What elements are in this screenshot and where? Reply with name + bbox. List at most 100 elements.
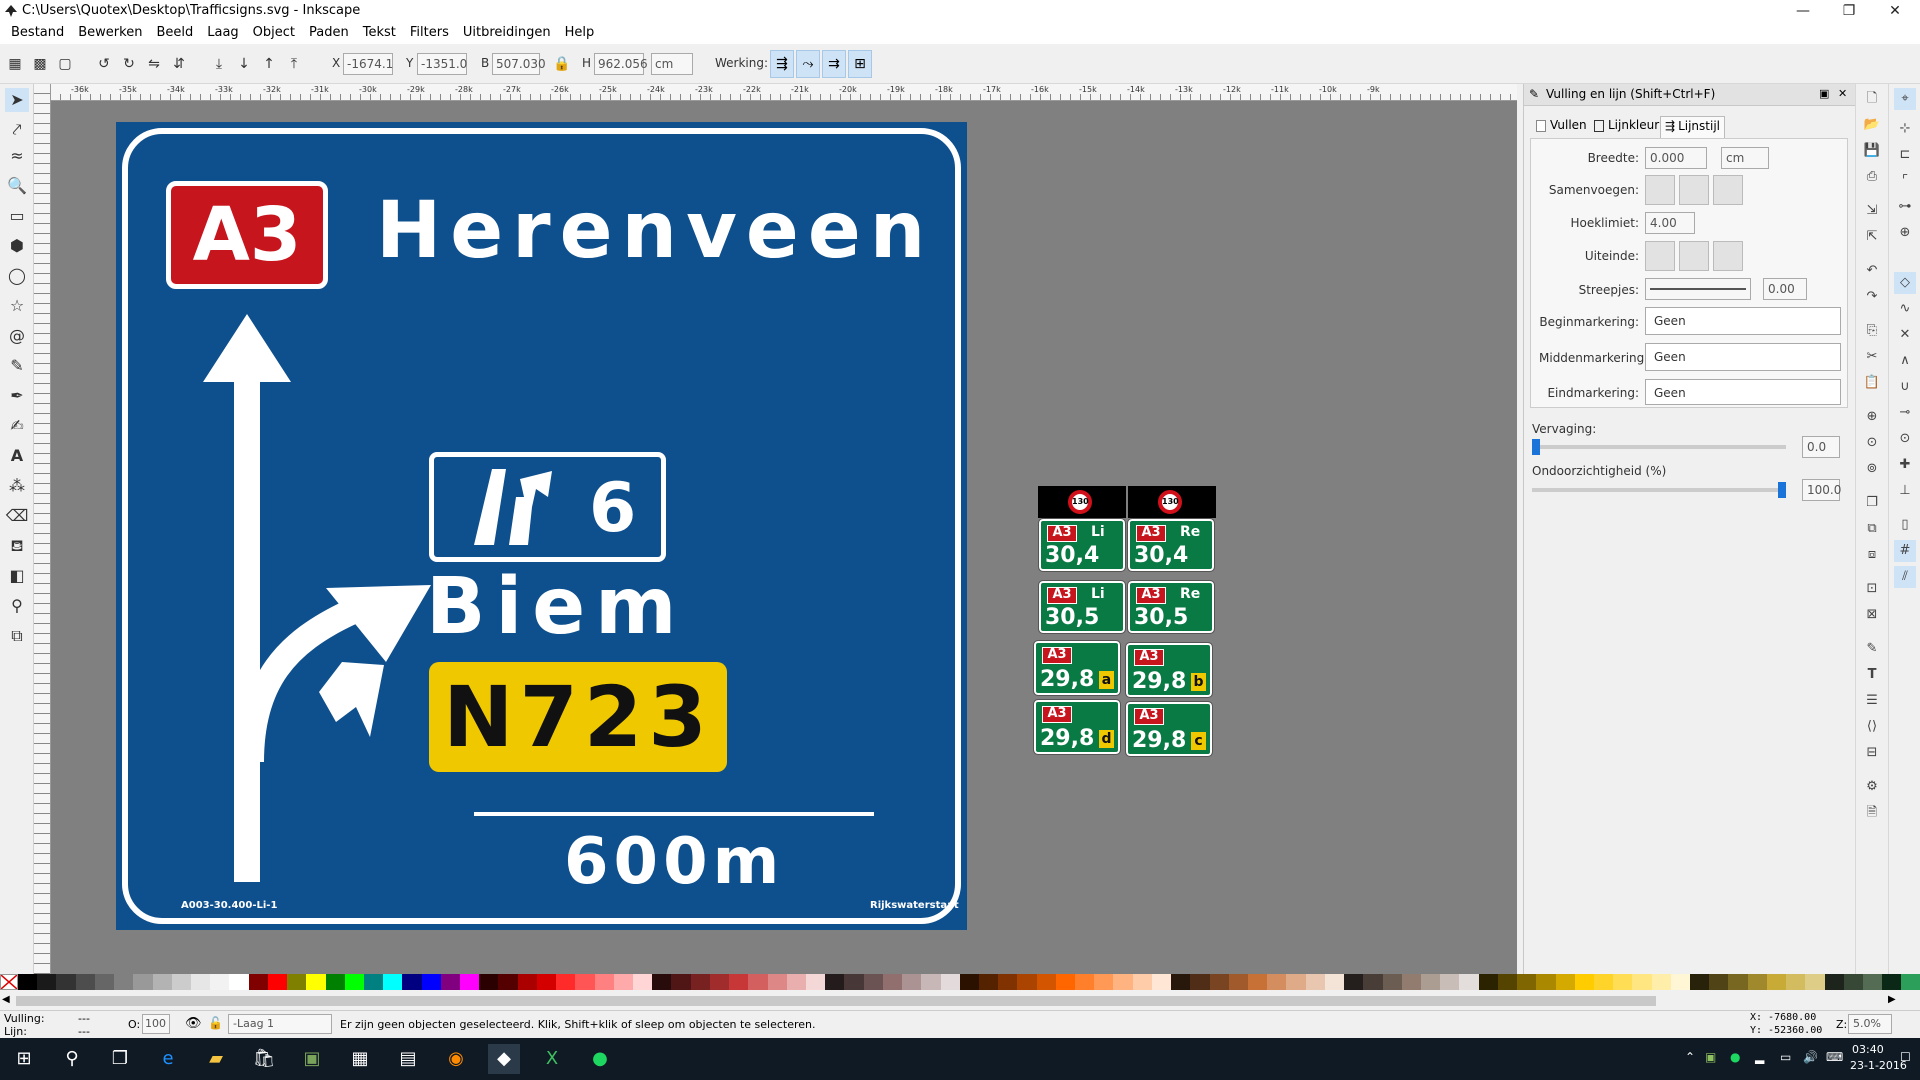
color-swatch[interactable] (1440, 974, 1460, 990)
minimize-button[interactable]: — (1780, 0, 1826, 22)
color-swatch[interactable] (1420, 974, 1441, 990)
color-swatch[interactable] (1286, 974, 1306, 990)
color-swatch[interactable] (633, 974, 653, 990)
height-input[interactable]: 962.056 (594, 53, 648, 75)
color-swatch[interactable] (805, 974, 826, 990)
deselect-icon[interactable]: ▢ (54, 53, 76, 75)
maximize-button[interactable]: ❐ (1826, 0, 1872, 22)
calculator-icon[interactable]: ▦ (344, 1044, 376, 1074)
color-swatch[interactable] (709, 974, 730, 990)
tray-keyboard-icon[interactable]: ⌨ (1826, 1050, 1843, 1064)
blur-slider[interactable] (1532, 439, 1786, 455)
color-swatch[interactable] (671, 974, 691, 990)
color-swatch[interactable] (479, 974, 499, 990)
join-bevel-button[interactable] (1713, 175, 1743, 205)
print-icon[interactable]: ⎙ (1861, 166, 1883, 188)
color-swatch[interactable] (1786, 974, 1806, 990)
preferences-icon[interactable]: ⚙ (1861, 776, 1883, 798)
km-sign[interactable]: A3 29,8 a (1033, 640, 1121, 696)
km-sign[interactable]: A3 Li 30,4 (1038, 518, 1126, 572)
snap-bbox-edge-icon[interactable]: ⊏ (1894, 144, 1916, 166)
cap-round-button[interactable] (1679, 241, 1709, 271)
redo-icon[interactable]: ↷ (1861, 286, 1883, 308)
color-palette[interactable] (0, 974, 1920, 990)
firefox-icon[interactable]: ◉ (440, 1044, 472, 1074)
windows-start-icon[interactable]: ⊞ (8, 1044, 40, 1074)
layer-lock-icon[interactable]: 🔓 (208, 1016, 223, 1030)
km-sign[interactable]: A3 29,8 d (1033, 699, 1121, 755)
color-swatch[interactable] (690, 974, 710, 990)
blur-slider-handle[interactable] (1532, 439, 1540, 455)
color-swatch[interactable] (1324, 974, 1345, 990)
layers-icon[interactable]: ☰ (1861, 690, 1883, 712)
color-swatch[interactable] (1248, 974, 1268, 990)
dropper-tool-icon[interactable]: ⚲ (5, 594, 29, 618)
export-icon[interactable]: ⇱ (1861, 226, 1883, 248)
color-swatch[interactable] (1651, 974, 1671, 990)
minecraft-icon[interactable]: ▣ (296, 1044, 328, 1074)
color-swatch[interactable] (998, 974, 1018, 990)
hscroll-left-arrow[interactable]: ◀ (2, 994, 10, 1005)
color-swatch[interactable] (1055, 974, 1076, 990)
snap-nodes-icon[interactable]: ◇ (1894, 272, 1916, 294)
tray-spotify-icon[interactable]: ● (1730, 1050, 1740, 1064)
ellipse-tool-icon[interactable]: ◯ (5, 264, 29, 288)
notifications-icon[interactable]: ☐ (1900, 1050, 1911, 1064)
tray-network-icon[interactable]: ▂ (1755, 1050, 1764, 1064)
color-swatch[interactable] (325, 974, 345, 990)
text-tool-icon[interactable]: A (5, 444, 29, 468)
color-swatch[interactable] (652, 974, 672, 990)
color-swatch[interactable] (1401, 974, 1421, 990)
snap-path-icon[interactable]: ∿ (1894, 298, 1916, 320)
tray-battery-icon[interactable]: ▭ (1780, 1050, 1791, 1064)
ungroup-icon[interactable]: ⊠ (1861, 604, 1883, 626)
calligraphy-tool-icon[interactable]: ✍ (5, 414, 29, 438)
tab-fill[interactable]: Vullen (1532, 116, 1591, 138)
color-swatch[interactable] (1632, 974, 1652, 990)
align-icon[interactable]: ⊟ (1861, 742, 1883, 764)
stroke-width-input[interactable]: 0.000 (1645, 147, 1707, 169)
color-swatch[interactable] (1228, 974, 1248, 990)
color-swatch[interactable] (1459, 974, 1479, 990)
join-round-button[interactable] (1679, 175, 1709, 205)
node-tool-icon[interactable]: ⤤ (5, 118, 29, 142)
drawing-canvas[interactable]: A3 Herenveen 6 Biem N723 600m A003-30.40… (51, 101, 1517, 974)
color-swatch[interactable] (18, 974, 38, 990)
color-swatch[interactable] (1267, 974, 1287, 990)
color-swatch[interactable] (1593, 974, 1614, 990)
color-swatch[interactable] (1574, 974, 1594, 990)
speed-panel-right[interactable]: 130 (1128, 486, 1216, 518)
color-swatch[interactable] (1478, 974, 1498, 990)
opacity-slider-handle[interactable] (1778, 482, 1786, 498)
tray-volume-icon[interactable]: 🔊 (1803, 1050, 1818, 1064)
color-swatch[interactable] (1113, 974, 1133, 990)
image-viewer-icon[interactable]: ▤ (392, 1044, 424, 1074)
y-input[interactable]: -1351.0 (417, 53, 467, 75)
color-swatch[interactable] (56, 974, 76, 990)
lower-bottom-icon[interactable]: ⤓ (208, 53, 230, 75)
snap-grid-icon[interactable]: # (1894, 540, 1916, 562)
spray-tool-icon[interactable]: ⁂ (5, 474, 29, 498)
dialog-close-icon[interactable]: ✕ (1838, 87, 1847, 100)
lower-icon[interactable]: ↓ (233, 53, 255, 75)
opacity-status-input[interactable]: 100 (142, 1014, 170, 1034)
hscroll-thumb[interactable] (16, 996, 1656, 1006)
color-swatch[interactable] (1747, 974, 1767, 990)
snap-bbox-center-icon[interactable]: ⊕ (1894, 222, 1916, 244)
close-button[interactable]: ✕ (1872, 0, 1918, 22)
zoom-drawing-icon[interactable]: ⊙ (1861, 432, 1883, 454)
color-swatch[interactable] (517, 974, 537, 990)
traffic-sign-herenveen[interactable]: A3 Herenveen 6 Biem N723 600m A003-30.40… (116, 122, 967, 930)
move-patterns-icon[interactable]: ⊞ (848, 50, 872, 78)
color-swatch[interactable] (1690, 974, 1710, 990)
cut-icon[interactable]: ✂ (1861, 346, 1883, 368)
color-swatch[interactable] (287, 974, 307, 990)
lock-icon[interactable]: 🔒 (551, 53, 573, 75)
color-swatch[interactable] (1190, 974, 1210, 990)
color-swatch[interactable] (940, 974, 960, 990)
snap-text-baseline-icon[interactable]: ⊥ (1894, 480, 1916, 502)
menu-filters[interactable]: Filters (403, 22, 456, 44)
pen-tool-icon[interactable]: ✒ (5, 384, 29, 408)
flip-horizontal-icon[interactable]: ⇋ (143, 53, 165, 75)
end-marker-select[interactable]: Geen (1645, 379, 1841, 405)
